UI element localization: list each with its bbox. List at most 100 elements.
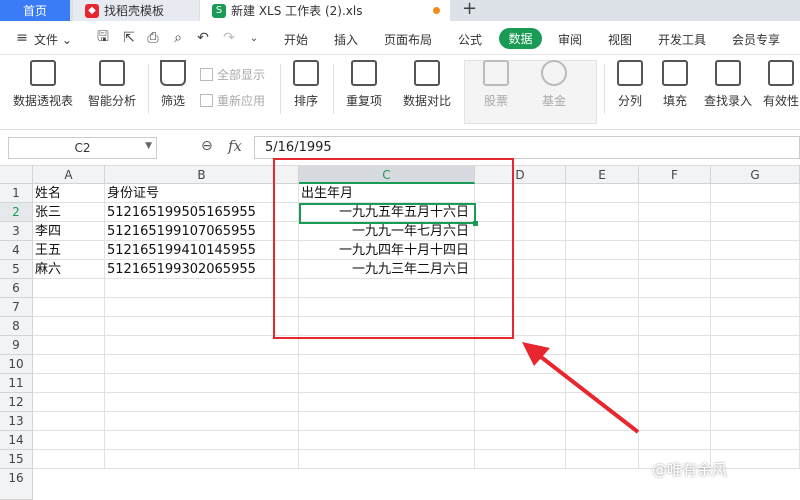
cell[interactable]	[711, 355, 800, 374]
cell[interactable]	[639, 298, 711, 317]
cell[interactable]	[105, 450, 299, 469]
cell[interactable]	[711, 317, 800, 336]
menu-data[interactable]: 数据	[499, 28, 542, 49]
cell[interactable]	[299, 412, 475, 431]
cell[interactable]	[566, 260, 639, 279]
filter-button[interactable]: 筛选	[156, 60, 190, 109]
column-header-f[interactable]: F	[639, 166, 711, 184]
cell[interactable]	[711, 374, 800, 393]
cell[interactable]	[566, 184, 639, 203]
row-header[interactable]: 11	[0, 374, 33, 393]
menu-file[interactable]: 文件 ⌄	[34, 31, 72, 48]
row-header[interactable]: 4	[0, 241, 33, 260]
cell[interactable]	[299, 431, 475, 450]
cell[interactable]	[639, 241, 711, 260]
cell[interactable]: 姓名	[33, 184, 105, 203]
cell[interactable]	[105, 298, 299, 317]
smart-analysis-button[interactable]: 智能分析	[86, 60, 138, 109]
row-header[interactable]: 5	[0, 260, 33, 279]
cell[interactable]	[105, 393, 299, 412]
save-icon[interactable]: 🖫	[95, 29, 111, 46]
cell[interactable]	[566, 203, 639, 222]
cell[interactable]	[711, 412, 800, 431]
menu-page-layout[interactable]: 页面布局	[384, 31, 432, 48]
cell[interactable]	[33, 431, 105, 450]
row-header[interactable]: 16	[0, 469, 33, 500]
fx-icon[interactable]: fx	[228, 137, 242, 155]
zoom-search-icon[interactable]: ⊖	[201, 138, 213, 154]
menu-developer[interactable]: 开发工具	[658, 31, 706, 48]
chevron-down-icon[interactable]: ▼	[145, 141, 152, 151]
cell[interactable]	[33, 393, 105, 412]
row-header[interactable]: 2	[0, 203, 33, 222]
menu-review[interactable]: 审阅	[558, 31, 582, 48]
tab-template[interactable]: ◆ 找稻壳模板	[73, 0, 199, 21]
cell[interactable]: 王五	[33, 241, 105, 260]
print-icon[interactable]: ⎙	[145, 30, 161, 46]
stock-button[interactable]: 股票	[478, 60, 514, 109]
column-header-b[interactable]: B	[105, 166, 299, 184]
cell[interactable]	[566, 450, 639, 469]
column-header-a[interactable]: A	[33, 166, 105, 184]
row-header[interactable]: 15	[0, 450, 33, 469]
find-entry-button[interactable]: 查找录入	[703, 60, 753, 109]
cell[interactable]	[299, 393, 475, 412]
row-header[interactable]: 13	[0, 412, 33, 431]
row-header[interactable]: 3	[0, 222, 33, 241]
cell[interactable]	[566, 298, 639, 317]
row-header[interactable]: 1	[0, 184, 33, 203]
cell[interactable]	[105, 374, 299, 393]
menu-start[interactable]: 开始	[284, 31, 308, 48]
cell[interactable]: 512165199302065955	[105, 260, 299, 279]
menu-member[interactable]: 会员专享	[732, 31, 780, 48]
cell[interactable]	[639, 222, 711, 241]
cell[interactable]	[33, 450, 105, 469]
hamburger-icon[interactable]: ≡	[14, 30, 30, 46]
cell[interactable]	[711, 260, 800, 279]
undo-icon[interactable]: ↶	[195, 30, 211, 46]
cell[interactable]	[33, 317, 105, 336]
cell[interactable]: 512165199107065955	[105, 222, 299, 241]
show-all-button[interactable]: 全部显示	[200, 66, 265, 83]
cell[interactable]	[566, 279, 639, 298]
data-compare-button[interactable]: 数据对比	[399, 60, 455, 109]
fill-button[interactable]: 填充	[657, 60, 693, 109]
formula-input[interactable]: 5/16/1995	[254, 136, 800, 159]
fund-button[interactable]: 基金	[536, 60, 572, 109]
cell[interactable]	[33, 355, 105, 374]
row-header[interactable]: 7	[0, 298, 33, 317]
column-header-e[interactable]: E	[566, 166, 639, 184]
cell[interactable]	[711, 336, 800, 355]
duplicates-button[interactable]: 重复项	[341, 60, 387, 109]
menu-view[interactable]: 视图	[608, 31, 632, 48]
cell[interactable]	[711, 279, 800, 298]
cell[interactable]	[711, 203, 800, 222]
cell[interactable]	[33, 336, 105, 355]
row-header[interactable]: 9	[0, 336, 33, 355]
cell[interactable]	[566, 241, 639, 260]
preview-icon[interactable]: ⌕	[170, 30, 186, 46]
cell[interactable]	[711, 431, 800, 450]
cell[interactable]	[33, 412, 105, 431]
split-column-button[interactable]: 分列	[612, 60, 648, 109]
menu-insert[interactable]: 插入	[334, 31, 358, 48]
cell[interactable]	[711, 184, 800, 203]
row-header[interactable]: 12	[0, 393, 33, 412]
cell[interactable]	[639, 203, 711, 222]
cell[interactable]	[475, 450, 566, 469]
column-header-g[interactable]: G	[711, 166, 800, 184]
cell[interactable]	[566, 222, 639, 241]
cell[interactable]	[33, 374, 105, 393]
export-icon[interactable]: ⇱	[121, 30, 137, 46]
cell[interactable]	[299, 450, 475, 469]
new-tab-plus-icon[interactable]: +	[462, 0, 477, 19]
cell[interactable]	[299, 355, 475, 374]
select-all-corner[interactable]	[0, 166, 33, 184]
cell[interactable]	[33, 279, 105, 298]
cell[interactable]: 身份证号	[105, 184, 299, 203]
cell[interactable]	[711, 241, 800, 260]
row-header[interactable]: 6	[0, 279, 33, 298]
row-header[interactable]: 8	[0, 317, 33, 336]
cell[interactable]	[105, 336, 299, 355]
tab-home[interactable]: 首页	[0, 0, 70, 21]
